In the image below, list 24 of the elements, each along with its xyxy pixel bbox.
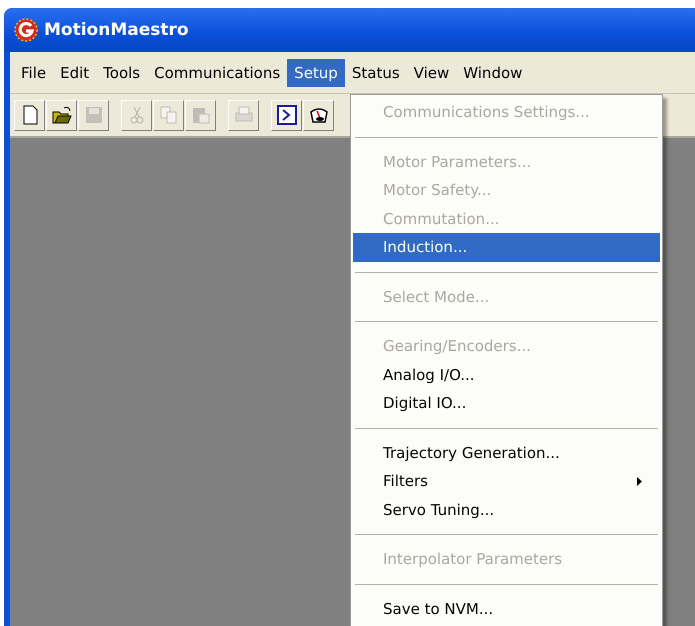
gauge-button[interactable]	[303, 100, 334, 130]
menu-item[interactable]: Digital IO...	[353, 389, 660, 418]
menu-item[interactable]: Status	[344, 58, 407, 86]
menu-item[interactable]: Trajectory Generation...	[353, 438, 660, 467]
copy-icon	[158, 104, 180, 126]
menu-item[interactable]: Edit	[53, 58, 96, 86]
menu-item[interactable]: Tools	[96, 58, 148, 86]
menu-item[interactable]: Servo Tuning...	[353, 496, 660, 524]
menu-item[interactable]: Analog I/O...	[353, 360, 660, 389]
menu-item[interactable]: Setup	[287, 58, 345, 86]
new-button[interactable]	[14, 100, 45, 130]
menu-item[interactable]: Window	[456, 58, 530, 86]
terminal-button[interactable]	[271, 100, 302, 130]
folder-icon	[50, 104, 72, 126]
open-button[interactable]	[46, 100, 77, 130]
logo-icon	[14, 18, 38, 42]
menu-item[interactable]: Filters	[353, 467, 660, 496]
menu-item[interactable]: File	[14, 58, 54, 86]
menu-item[interactable]: Induction...	[353, 233, 660, 262]
menu-item[interactable]: Communications	[147, 58, 288, 86]
prompt-icon	[276, 104, 298, 126]
menu-item[interactable]: Save to NVM...	[353, 594, 660, 623]
window-title: MotionMaestro	[44, 20, 189, 40]
menu-item[interactable]: View	[406, 58, 456, 86]
